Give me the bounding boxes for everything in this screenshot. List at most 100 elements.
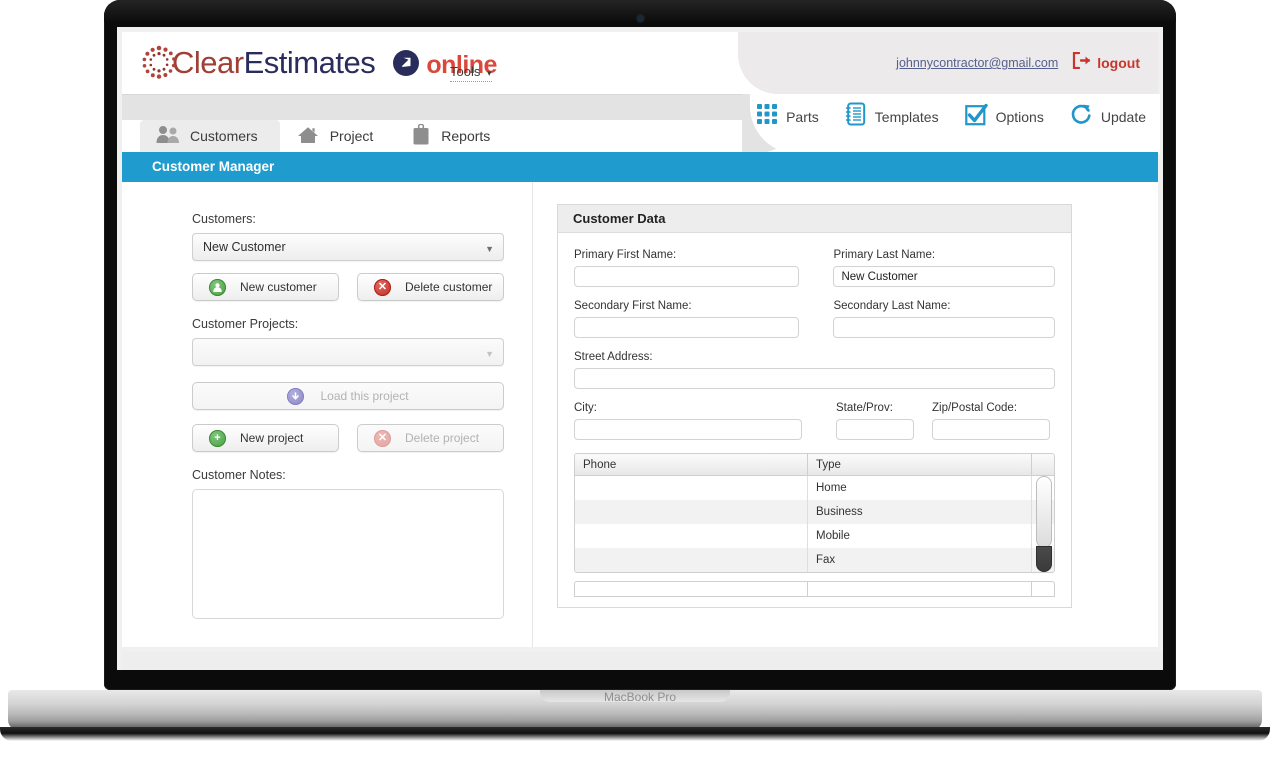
laptop-lid: ClearEstimates online Tools ▾ johnnycont… — [104, 0, 1176, 690]
chevron-down-icon: ▾ — [486, 68, 492, 78]
nav-item-parts[interactable]: Parts — [756, 103, 819, 130]
city-input[interactable] — [574, 419, 802, 440]
secondary-last-name-label: Secondary Last Name: — [833, 300, 951, 312]
delete-customer-label: Delete customer — [405, 280, 493, 294]
customer-buttons-row: New customer ✕ Delete customer — [192, 273, 504, 301]
primary-first-name-label: Primary First Name: — [574, 249, 677, 261]
primary-last-name-group: Primary Last Name: New Customer — [833, 249, 1055, 287]
column-header-type: Type — [808, 454, 1032, 475]
load-project-row: Load this project — [192, 382, 504, 410]
nav-item-templates[interactable]: Templates — [845, 102, 939, 131]
secondary-last-name-group: Secondary Last Name: — [833, 300, 1055, 338]
customers-label: Customers: — [192, 212, 256, 226]
load-project-button[interactable]: Load this project — [192, 382, 504, 410]
primary-name-row: Primary First Name: Primary Last Name: N… — [574, 249, 1055, 287]
city-group: City: — [574, 402, 802, 440]
laptop-screen: ClearEstimates online Tools ▾ johnnycont… — [117, 27, 1163, 670]
scrollbar-thumb[interactable] — [1036, 476, 1052, 548]
icon-navigation: Parts Templates Options Update — [756, 102, 1146, 131]
phone-cell[interactable] — [575, 548, 808, 572]
brand-name-clear: Clear — [172, 45, 244, 80]
table-row[interactable]: Business — [575, 500, 1054, 524]
logout-button[interactable]: logout — [1072, 51, 1140, 74]
house-icon — [296, 125, 320, 148]
table-row[interactable]: Home — [575, 476, 1054, 500]
phone-cell[interactable] — [575, 524, 808, 548]
nav-label-options: Options — [995, 108, 1044, 125]
phone-cell[interactable] — [575, 476, 808, 500]
secondary-last-name-input[interactable] — [833, 317, 1055, 338]
scrollbar-thumb-dark[interactable] — [1036, 546, 1052, 572]
application-window: ClearEstimates online Tools ▾ johnnycont… — [117, 27, 1163, 670]
state-input[interactable] — [836, 419, 914, 440]
webcam-icon — [636, 15, 644, 22]
main-tabs: Customers Project Reports — [140, 120, 512, 152]
app-bottom-strip — [122, 652, 1163, 670]
tab-project[interactable]: Project — [280, 120, 396, 152]
tab-customers[interactable]: Customers — [140, 120, 280, 152]
primary-first-name-input[interactable] — [574, 266, 800, 287]
macbook-label: MacBook Pro — [603, 690, 677, 704]
tab-label-customers: Customers — [190, 128, 258, 144]
street-address-input[interactable] — [574, 368, 1055, 389]
main-content: Customers: New Customer ▼ New customer ✕… — [122, 182, 1158, 647]
phone-cell[interactable] — [575, 500, 808, 524]
table-row[interactable]: Fax — [575, 548, 1054, 572]
close-x-icon: ✕ — [374, 278, 391, 296]
secondary-table-col1 — [575, 582, 808, 596]
two-people-icon — [156, 125, 180, 147]
zip-label: Zip/Postal Code: — [932, 402, 1018, 414]
new-project-button[interactable]: + New project — [192, 424, 339, 452]
type-cell: Home — [808, 476, 1032, 500]
nav-gray-band — [122, 94, 770, 120]
table-row[interactable]: Mobile — [575, 524, 1054, 548]
customer-projects-select[interactable]: ▼ — [192, 338, 504, 366]
nav-item-update[interactable]: Update — [1070, 103, 1146, 131]
tab-reports[interactable]: Reports — [395, 120, 512, 152]
brand-name-estimates: Estimates — [243, 45, 376, 80]
primary-last-name-label: Primary Last Name: — [833, 249, 936, 261]
column-divider — [532, 182, 533, 647]
customer-projects-label: Customer Projects: — [192, 317, 299, 331]
new-customer-button[interactable]: New customer — [192, 273, 339, 301]
phone-table-scrollbar[interactable] — [1034, 476, 1054, 572]
secondary-name-row: Secondary First Name: Secondary Last Nam… — [574, 300, 1055, 338]
new-project-label: New project — [240, 431, 304, 445]
primary-last-name-input[interactable]: New Customer — [833, 266, 1055, 287]
zip-input[interactable] — [932, 419, 1050, 440]
page-title: Customer Manager — [152, 159, 275, 174]
navigation-row: Parts Templates Options Update Customers… — [122, 94, 1160, 154]
customer-sidebar: Customers: New Customer ▼ New customer ✕… — [192, 212, 504, 619]
phone-table-header: Phone Type — [575, 454, 1054, 476]
customer-data-title: Customer Data — [558, 205, 1071, 233]
street-address-label: Street Address: — [574, 351, 653, 363]
brand-logo: ClearEstimates online — [140, 44, 497, 82]
primary-first-name-group: Primary First Name: — [574, 249, 800, 287]
tools-menu[interactable]: Tools ▾ — [450, 64, 492, 82]
customer-data-form: Primary First Name: Primary Last Name: N… — [558, 233, 1071, 607]
customers-select[interactable]: New Customer ▼ — [192, 233, 504, 261]
brand-wordmark: ClearEstimates online — [172, 45, 497, 81]
delete-customer-button[interactable]: ✕ Delete customer — [357, 273, 504, 301]
state-label: State/Prov: — [836, 402, 893, 414]
load-project-label: Load this project — [320, 389, 409, 403]
download-arrow-icon — [287, 387, 305, 405]
grid-squares-icon — [756, 103, 778, 130]
customer-notes-textarea[interactable] — [192, 489, 504, 619]
project-buttons-row: + New project ✕ Delete project — [192, 424, 504, 452]
user-email-link[interactable]: johnnycontractor@gmail.com — [896, 56, 1058, 70]
page-title-bar: Customer Manager — [122, 152, 1158, 182]
nav-item-options[interactable]: Options — [964, 103, 1044, 131]
delete-project-button[interactable]: ✕ Delete project — [357, 424, 504, 452]
nav-label-update: Update — [1100, 108, 1146, 125]
secondary-first-name-input[interactable] — [574, 317, 800, 338]
nav-label-parts: Parts — [786, 108, 819, 125]
tools-label: Tools — [450, 64, 481, 79]
plus-icon: + — [209, 429, 226, 447]
person-add-icon — [209, 278, 226, 296]
checkbox-check-icon — [964, 103, 988, 131]
account-area: johnnycontractor@gmail.com logout — [896, 51, 1140, 74]
laptop-base-shadow — [0, 727, 1270, 741]
type-cell: Business — [808, 500, 1032, 524]
phone-table: Phone Type Home Business Mobile Fax — [574, 453, 1055, 573]
